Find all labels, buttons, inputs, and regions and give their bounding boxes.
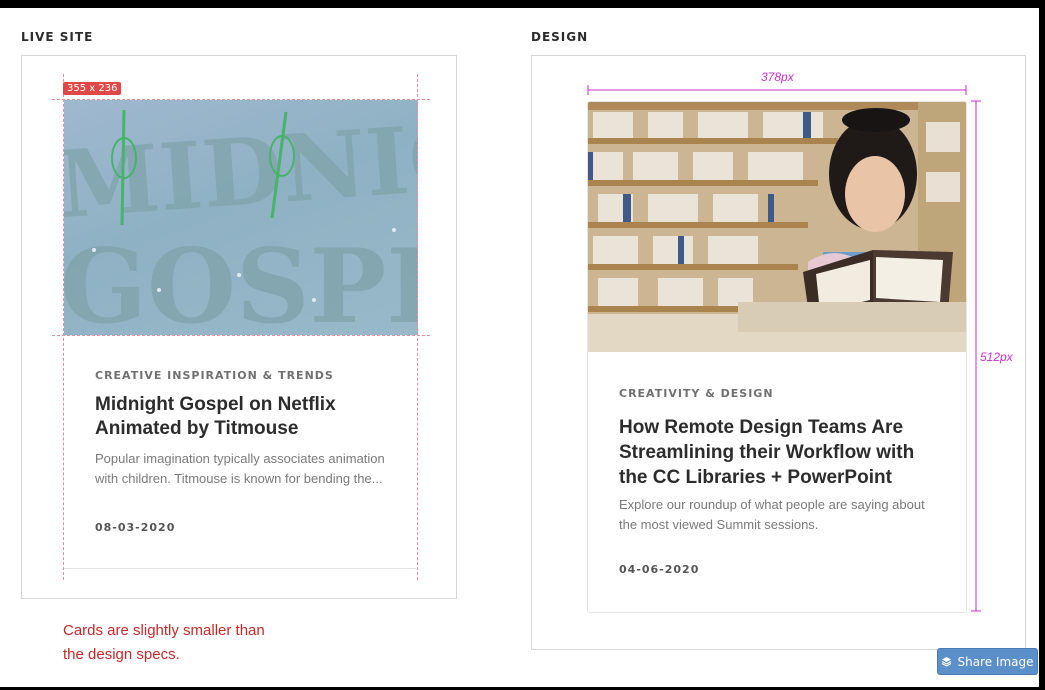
live-card[interactable]: CREATIVE INSPIRATION & TRENDS Midnight G… — [64, 336, 416, 569]
share-image-button[interactable]: Share Image — [937, 648, 1038, 675]
live-card-title-line1: Midnight Gospel on Netflix — [95, 394, 336, 415]
note-line2: the design specs. — [63, 646, 180, 663]
live-site-frame: MIDNIGHT GOSPEL 355 x 236 CREATIVE INSPI… — [21, 55, 457, 599]
image-title-bottom: GOSPEL — [64, 227, 418, 335]
comparison-note: Cards are slightly smaller than the desi… — [63, 619, 265, 667]
live-card-date: 08-03-2020 — [95, 521, 176, 534]
size-badge: 355 x 236 — [63, 82, 122, 95]
live-card-desc-line1: Popular imagination typically associates… — [95, 451, 385, 466]
live-card-title[interactable]: Midnight Gospel on Netflix Animated by T… — [95, 393, 336, 441]
image-title-top: MIDNIGHT — [64, 100, 418, 239]
layers-icon — [941, 656, 952, 667]
comparison-canvas: LIVE SITE MIDNIGHT GOSPEL 355 x 236 — [0, 8, 1039, 687]
design-card-description: Explore our roundup of what people are s… — [619, 495, 925, 535]
design-card-title[interactable]: How Remote Design Teams Are Streamlining… — [619, 415, 914, 490]
design-card-date: 04-06-2020 — [619, 563, 700, 576]
width-dimension-line — [587, 85, 967, 95]
design-label: DESIGN — [531, 30, 589, 44]
design-card[interactable]: CREATIVITY & DESIGN How Remote Design Te… — [587, 101, 967, 613]
design-card-title-line1: How Remote Design Teams Are — [619, 417, 904, 438]
design-card-desc-line1: Explore our roundup of what people are s… — [619, 497, 925, 512]
design-frame: 378px 512px CREATIVITY & DESIGN How Remo… — [531, 55, 1026, 650]
design-card-title-line2: Streamlining their Workflow with — [619, 442, 915, 463]
guide-top — [52, 99, 430, 100]
bookstore-photo — [588, 102, 966, 352]
live-site-label: LIVE SITE — [21, 30, 94, 44]
live-card-desc-line2: with children. Titmouse is known for ben… — [95, 471, 383, 486]
design-card-category: CREATIVITY & DESIGN — [619, 387, 774, 400]
width-dimension-label: 378px — [761, 70, 794, 84]
live-card-image: MIDNIGHT GOSPEL — [64, 100, 418, 335]
live-card-category: CREATIVE INSPIRATION & TRENDS — [95, 369, 334, 382]
design-card-title-line3: the CC Libraries + PowerPoint — [619, 467, 892, 488]
live-card-title-line2: Animated by Titmouse — [95, 418, 299, 439]
share-image-label: Share Image — [957, 654, 1034, 669]
guide-right — [417, 74, 418, 580]
design-card-image — [588, 102, 966, 352]
note-line1: Cards are slightly smaller than — [63, 622, 265, 639]
design-card-desc-line2: the most viewed Summit sessions. — [619, 517, 819, 532]
gospel-artwork: MIDNIGHT GOSPEL — [64, 100, 418, 335]
height-dimension-label: 512px — [980, 350, 1013, 364]
live-card-description: Popular imagination typically associates… — [95, 449, 385, 489]
